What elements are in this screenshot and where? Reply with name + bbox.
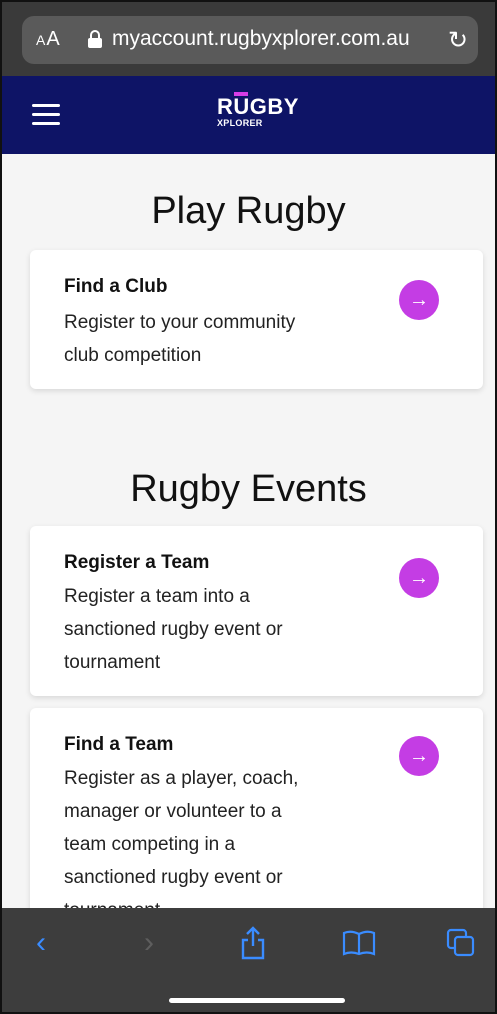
logo-line2: XPLORER (217, 118, 263, 128)
card-title: Find a Team (64, 734, 174, 755)
bookmarks-icon[interactable] (342, 930, 376, 964)
arrow-right-icon[interactable]: → (399, 736, 439, 776)
address-bar: AA myaccount.rugbyxplorer.com.au ↻ (2, 2, 495, 76)
reload-icon[interactable]: ↻ (448, 26, 468, 55)
forward-icon: › (144, 926, 154, 959)
section-title-rugby-events: Rugby Events (130, 468, 367, 510)
arrow-right-icon[interactable]: → (399, 558, 439, 598)
arrow-right-icon[interactable]: → (399, 280, 439, 320)
site-logo[interactable]: RUGBY XPLORER (217, 94, 299, 129)
browser-toolbar: ‹ › (2, 908, 495, 1012)
card-description: Register a team into a sanctioned rugby … (64, 586, 283, 673)
tabs-icon[interactable] (446, 928, 476, 966)
lock-icon (88, 30, 102, 48)
card-title: Register a Team (64, 552, 210, 573)
site-header: RUGBY XPLORER (2, 76, 495, 154)
card-description: Register as a player, coach, manager or … (64, 768, 299, 921)
home-indicator (169, 998, 345, 1003)
menu-icon[interactable] (32, 104, 60, 126)
card-title: Find a Club (64, 276, 168, 297)
card-description: Register to your community club competit… (64, 312, 296, 366)
logo-line1: RUGBY (217, 94, 299, 119)
share-icon[interactable] (240, 926, 266, 968)
reader-settings-button[interactable]: AA (36, 28, 61, 51)
browser-frame: AA myaccount.rugbyxplorer.com.au ↻ RUGBY… (0, 0, 497, 1014)
back-icon[interactable]: ‹ (36, 926, 46, 960)
register-a-team-card[interactable]: Register a Team Register a team into a s… (30, 526, 483, 696)
url-field[interactable]: AA myaccount.rugbyxplorer.com.au ↻ (22, 16, 478, 64)
url-text: myaccount.rugbyxplorer.com.au (112, 27, 410, 50)
section-title-play-rugby: Play Rugby (151, 190, 346, 232)
find-a-club-card[interactable]: Find a Club Register to your community c… (30, 250, 483, 389)
